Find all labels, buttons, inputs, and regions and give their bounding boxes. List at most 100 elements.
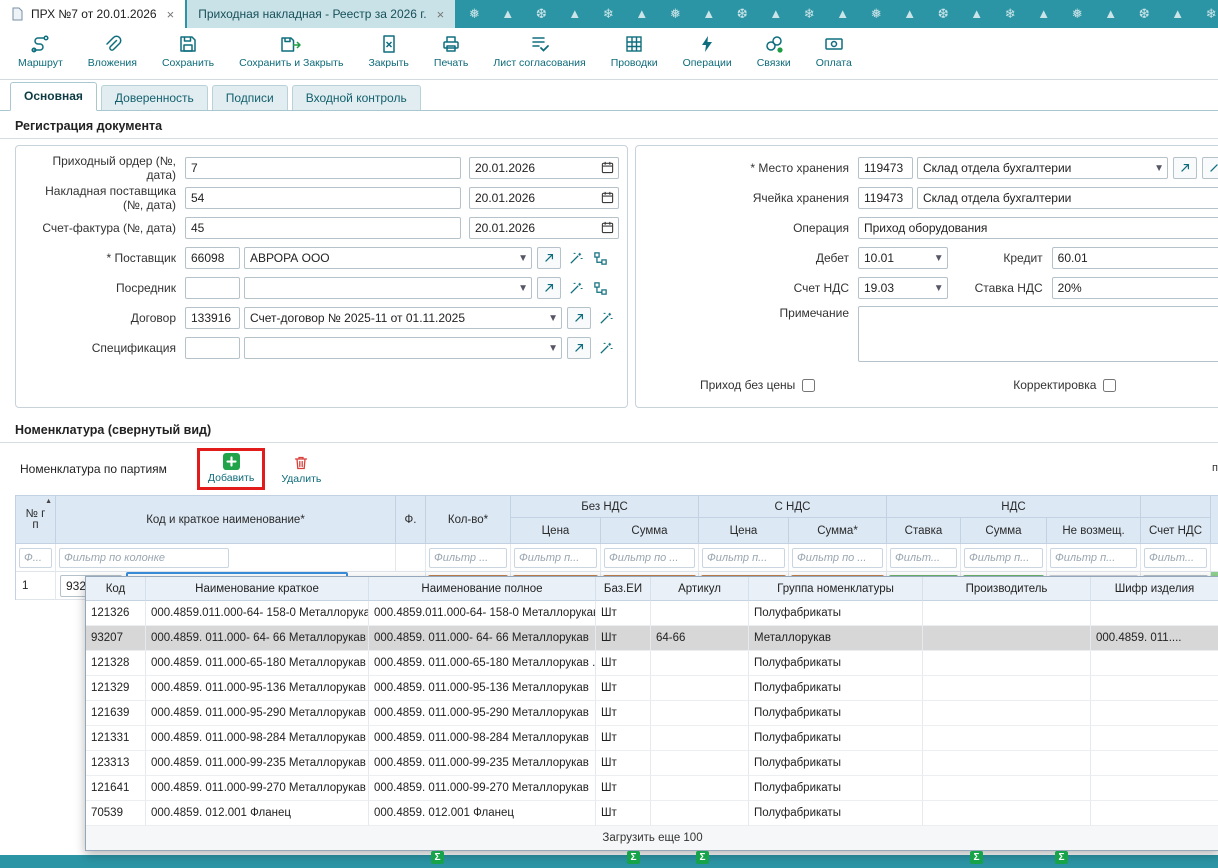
storage-combo[interactable]: Склад отдела бухгалтерии ▼ (917, 157, 1168, 179)
postings-button[interactable]: Проводки (611, 34, 658, 69)
list-item[interactable]: 121329000.4859. 011.000-95-136 Металлору… (86, 676, 1218, 701)
save-button[interactable]: Сохранить (162, 34, 214, 69)
supplier-invoice-no-input[interactable] (185, 187, 461, 209)
open-storage-button[interactable] (1173, 157, 1197, 179)
column-header-sum-with-vat[interactable]: Сумма* (789, 518, 887, 544)
load-more-button[interactable]: Загрузить еще 100 (86, 826, 1218, 850)
pick-supplier-button[interactable] (564, 247, 586, 269)
column-header-vat-sum[interactable]: Сумма (961, 518, 1047, 544)
tab-power-of-attorney[interactable]: Доверенность (101, 85, 208, 110)
sum-icon[interactable]: Σ (696, 851, 709, 864)
storage-cell-code-input[interactable] (858, 187, 913, 209)
sum-icon[interactable]: Σ (1055, 851, 1068, 864)
route-button[interactable]: Маршрут (18, 34, 63, 69)
open-supplier-button[interactable] (537, 247, 561, 269)
sum-icon[interactable]: Σ (627, 851, 640, 864)
tab-input-control[interactable]: Входной контроль (292, 85, 421, 110)
calendar-icon[interactable] (601, 191, 614, 204)
column-header-sum-no-vat[interactable]: Сумма (601, 518, 699, 544)
order-date-field[interactable] (469, 157, 619, 179)
links-button[interactable]: Связки (757, 34, 791, 69)
filter-row-no-input[interactable] (19, 548, 52, 568)
column-header-row-no[interactable]: № г п ▲ (16, 496, 56, 544)
invoice-date-field[interactable] (469, 217, 619, 239)
supplier-invoice-date-input[interactable] (469, 187, 619, 209)
chevron-down-icon[interactable]: ▼ (544, 313, 558, 324)
attachments-button[interactable]: Вложения (88, 34, 137, 69)
chevron-down-icon[interactable]: ▼ (1150, 163, 1164, 174)
window-tab-registry[interactable]: Приходная накладная - Реестр за 2026 г. … (187, 0, 455, 28)
filter-price-with-vat-input[interactable] (702, 548, 785, 568)
supplier-tree-button[interactable] (589, 247, 611, 269)
column-header-vat-account[interactable]: Счет НДС (1141, 518, 1211, 544)
approval-sheet-button[interactable]: Лист согласования (493, 34, 585, 69)
vat-account-combo[interactable]: 19.03 ▼ (858, 277, 948, 299)
list-item[interactable]: 121331000.4859. 011.000-98-284 Металлору… (86, 726, 1218, 751)
storage-code-input[interactable] (858, 157, 913, 179)
chevron-down-icon[interactable]: ▼ (514, 253, 528, 264)
add-row-button[interactable]: Добавить (208, 453, 254, 484)
storage-extra-button[interactable] (1202, 157, 1218, 179)
contract-combo[interactable]: Счет-договор № 2025-11 от 01.11.2025 ▼ (244, 307, 562, 329)
vat-rate-input[interactable] (1052, 277, 1218, 299)
payment-button[interactable]: Оплата (816, 34, 852, 69)
filter-vat-account-input[interactable] (1144, 548, 1207, 568)
tab-signatures[interactable]: Подписи (212, 85, 288, 110)
mediator-combo[interactable]: ▼ (244, 277, 532, 299)
close-document-button[interactable]: Закрыть (368, 34, 408, 69)
correction-checkbox[interactable] (1103, 379, 1116, 392)
column-header-price-with-vat[interactable]: Цена (699, 518, 789, 544)
save-and-close-button[interactable]: Сохранить и Закрыть (239, 34, 343, 69)
sum-icon[interactable]: Σ (431, 851, 444, 864)
sum-icon[interactable]: Σ (970, 851, 983, 864)
filter-sum-with-vat-input[interactable] (792, 548, 883, 568)
open-mediator-button[interactable] (537, 277, 561, 299)
order-date-input[interactable] (469, 157, 619, 179)
filter-code-name-input[interactable] (59, 548, 229, 568)
calendar-icon[interactable] (601, 161, 614, 174)
chevron-down-icon[interactable]: ▼ (544, 343, 558, 354)
supplier-invoice-date-field[interactable] (469, 187, 619, 209)
mediator-tree-button[interactable] (589, 277, 611, 299)
note-textarea[interactable] (858, 306, 1218, 362)
list-item[interactable]: 121328000.4859. 011.000-65-180 Металлору… (86, 651, 1218, 676)
list-item-selected[interactable]: 93207000.4859. 011.000- 64- 66 Металлору… (86, 626, 1218, 651)
sort-asc-icon[interactable]: ▲ (45, 498, 52, 505)
pick-mediator-button[interactable] (564, 277, 586, 299)
supplier-combo[interactable]: АВРОРА ООО ▼ (244, 247, 532, 269)
specification-combo[interactable]: ▼ (244, 337, 562, 359)
filter-non-refundable-input[interactable] (1050, 548, 1137, 568)
print-button[interactable]: Печать (434, 34, 468, 69)
order-no-input[interactable] (185, 157, 461, 179)
tab-main[interactable]: Основная (10, 82, 97, 111)
column-header-f[interactable]: Ф. (396, 496, 426, 544)
filter-vat-rate-input[interactable] (890, 548, 957, 568)
operation-input[interactable] (858, 217, 1218, 239)
pick-specification-button[interactable] (594, 337, 616, 359)
storage-cell-name-input[interactable] (917, 187, 1218, 209)
filter-vat-sum-input[interactable] (964, 548, 1043, 568)
delete-row-button[interactable]: Удалить (281, 454, 321, 485)
open-contract-button[interactable] (567, 307, 591, 329)
pick-contract-button[interactable] (594, 307, 616, 329)
credit-input[interactable] (1052, 247, 1218, 269)
specification-code-input[interactable] (185, 337, 240, 359)
list-item[interactable]: 121639000.4859. 011.000-95-290 Металлору… (86, 701, 1218, 726)
filter-price-no-vat-input[interactable] (514, 548, 597, 568)
contract-code-input[interactable] (185, 307, 240, 329)
mediator-code-input[interactable] (185, 277, 240, 299)
open-specification-button[interactable] (567, 337, 591, 359)
window-tab-current[interactable]: ПРХ №7 от 20.01.2026 × (0, 0, 185, 28)
filter-sum-no-vat-input[interactable] (604, 548, 695, 568)
close-icon[interactable]: × (437, 7, 445, 22)
filter-qty-input[interactable] (429, 548, 507, 568)
debit-combo[interactable]: 10.01 ▼ (858, 247, 948, 269)
list-item[interactable]: 70539000.4859. 012.001 Фланец000.4859. 0… (86, 801, 1218, 826)
supplier-code-input[interactable] (185, 247, 240, 269)
chevron-down-icon[interactable]: ▼ (930, 283, 944, 294)
list-item[interactable]: 121641000.4859. 011.000-99-270 Металлору… (86, 776, 1218, 801)
close-icon[interactable]: × (167, 7, 175, 22)
column-header-vat-rate[interactable]: Ставка (887, 518, 961, 544)
column-header-price-no-vat[interactable]: Цена (511, 518, 601, 544)
column-header-code-name[interactable]: Код и краткое наименование* (56, 496, 396, 544)
